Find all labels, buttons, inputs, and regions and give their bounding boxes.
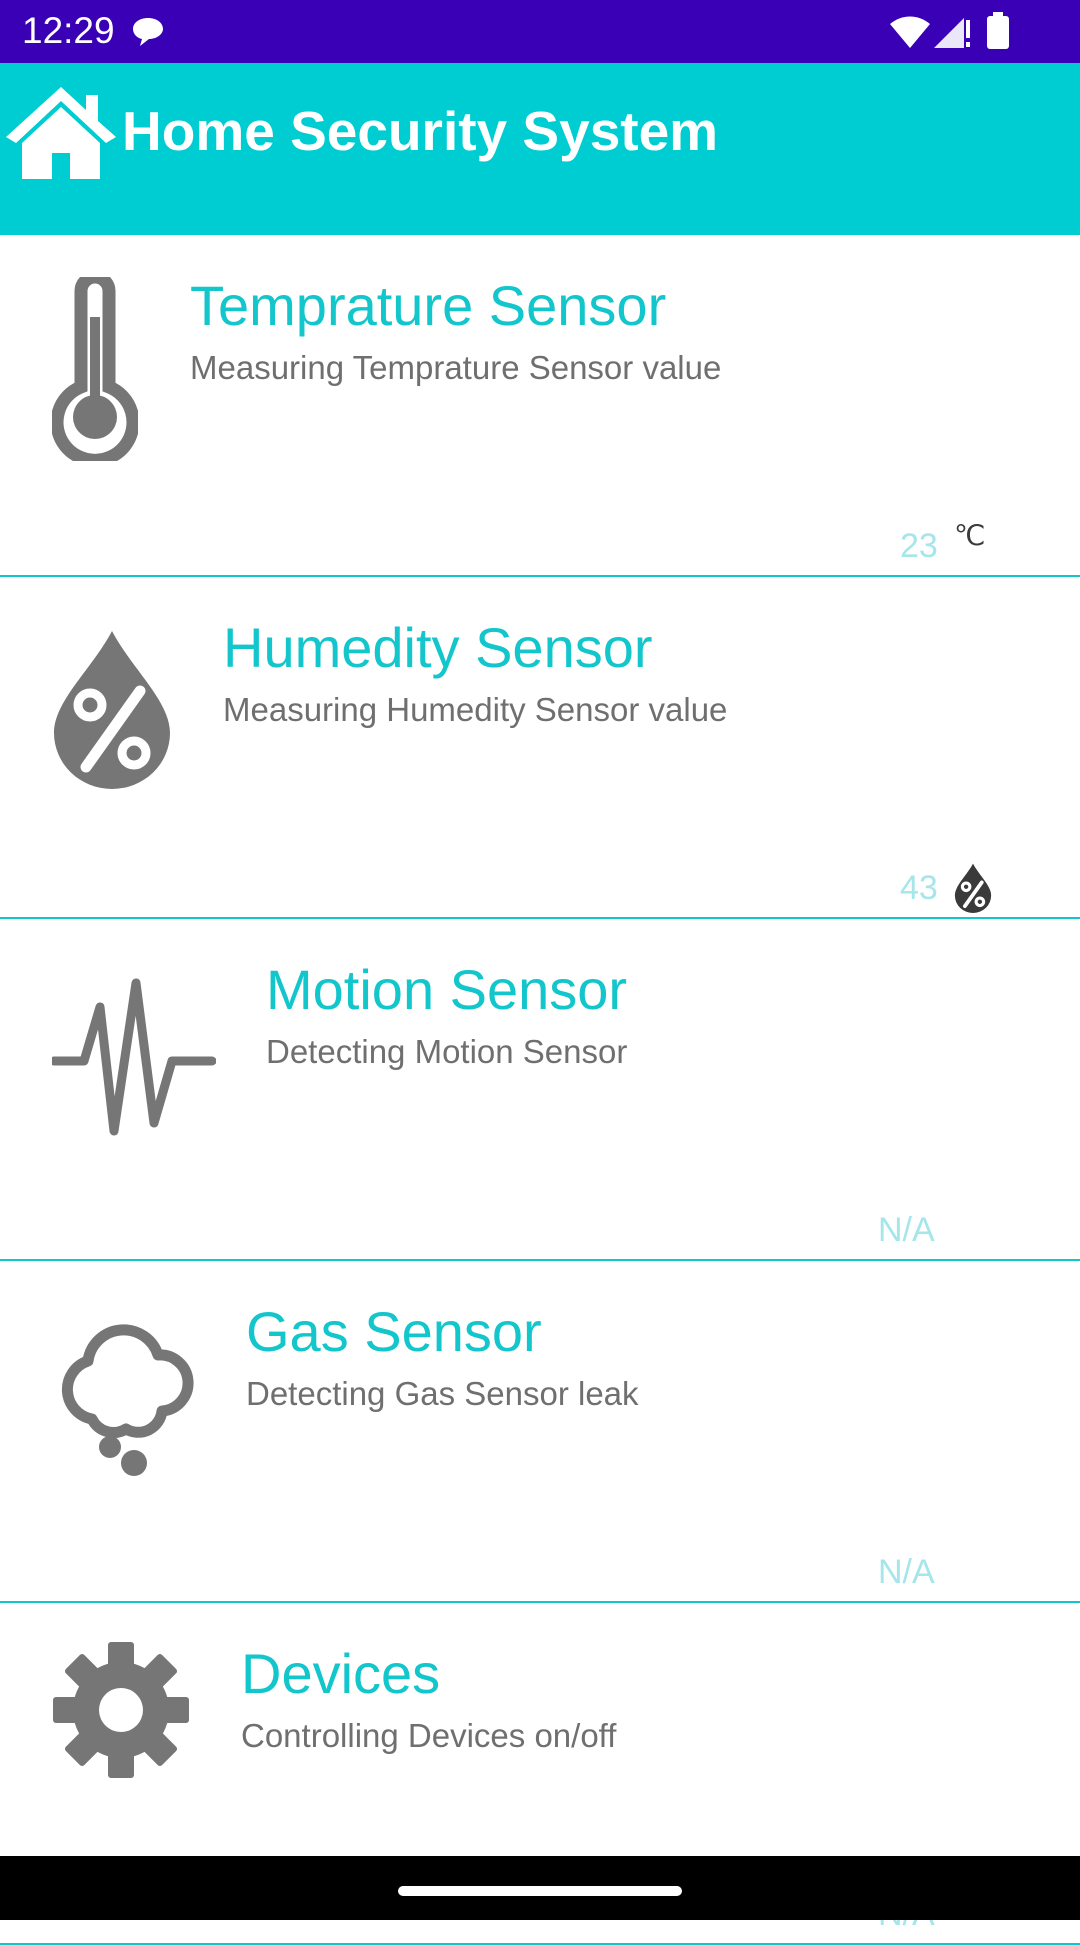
home-gesture-handle[interactable] [398, 1886, 682, 1896]
list-item-humidity-sensor[interactable]: Humedity Sensor Measuring Humedity Senso… [0, 577, 1080, 919]
battery-icon [986, 12, 1010, 55]
wifi-icon [888, 14, 932, 55]
sensor-value: 23 [900, 527, 938, 565]
sensor-value: N/A [878, 1553, 935, 1591]
pulse-icon [49, 977, 217, 1142]
humidity-drop-icon [954, 863, 992, 918]
home-icon [2, 81, 120, 186]
sensor-value: 43 [900, 869, 938, 907]
signal-icon [932, 14, 972, 55]
status-bar: 12:29 [0, 0, 1080, 63]
chat-icon [130, 16, 166, 53]
card-title: Motion Sensor [266, 958, 628, 1021]
thermometer-icon [50, 270, 140, 467]
status-time: 12:29 [22, 10, 115, 51]
app-title: Home Security System [122, 100, 719, 162]
list-item-motion-sensor[interactable]: Motion Sensor Detecting Motion Sensor N/… [0, 919, 1080, 1261]
card-subtitle: Measuring Temprature Sensor value [190, 349, 722, 386]
card-subtitle: Detecting Motion Sensor [266, 1033, 628, 1070]
humidity-drop-icon [52, 629, 172, 794]
app-bar: Home Security System [0, 63, 1080, 235]
navigation-bar [0, 1856, 1080, 1920]
sensor-value: N/A [878, 1211, 935, 1249]
sensor-unit: ℃ [954, 520, 986, 551]
card-title: Temprature Sensor [190, 274, 667, 337]
card-subtitle: Detecting Gas Sensor leak [246, 1375, 639, 1412]
list-item-gas-sensor[interactable]: Gas Sensor Detecting Gas Sensor leak N/A [0, 1261, 1080, 1603]
sensor-list: Temprature Sensor Measuring Temprature S… [0, 235, 1080, 1945]
cloud-icon [52, 1321, 196, 1482]
card-subtitle: Controlling Devices on/off [241, 1717, 617, 1754]
gear-icon [52, 1641, 190, 1784]
card-title: Humedity Sensor [223, 616, 653, 679]
card-subtitle: Measuring Humedity Sensor value [223, 691, 728, 728]
card-title: Devices [241, 1642, 441, 1705]
card-title: Gas Sensor [246, 1300, 542, 1363]
list-item-temperature-sensor[interactable]: Temprature Sensor Measuring Temprature S… [0, 235, 1080, 577]
